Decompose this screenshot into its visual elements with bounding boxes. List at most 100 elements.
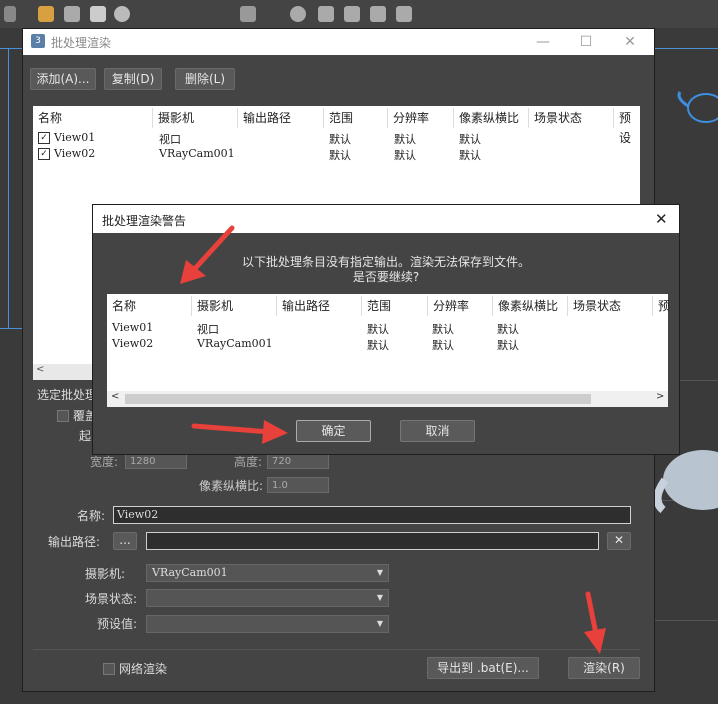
scrollbar-thumb[interactable] <box>125 394 591 404</box>
cancel-button[interactable]: 取消 <box>400 420 475 442</box>
minimize-icon[interactable]: — <box>533 33 553 51</box>
height-label: 高度: <box>234 455 263 469</box>
annotation-arrow-icon <box>191 420 288 444</box>
scene-state-dropdown[interactable]: ▼ <box>146 589 389 607</box>
help-icon[interactable] <box>114 6 130 22</box>
delete-button[interactable]: 删除(L) <box>175 68 235 90</box>
row-name: View01 <box>54 131 96 144</box>
add-button[interactable]: 添加(A)... <box>30 68 96 90</box>
column-header-camera[interactable]: 摄影机 <box>153 108 238 128</box>
copy-button[interactable]: 复制(D) <box>104 68 162 90</box>
column-header-camera[interactable]: 摄影机 <box>192 296 277 316</box>
column-header-scene-state[interactable]: 场景状态 <box>568 296 653 316</box>
annotation-arrow-icon <box>584 591 606 654</box>
column-header-aspect[interactable]: 像素纵横比 <box>493 296 568 316</box>
row-range: 默认 <box>367 323 389 336</box>
row-aspect: 默认 <box>459 149 481 162</box>
browse-button[interactable]: ... <box>113 532 137 550</box>
window-title: 批处理渲染 <box>51 36 112 50</box>
row-camera: 视口 <box>197 323 219 336</box>
window-titlebar: 3 批处理渲染 — ☐ ✕ <box>23 29 654 55</box>
scroll-left-icon[interactable]: < <box>36 364 44 375</box>
ok-button[interactable]: 确定 <box>296 420 371 442</box>
row-name: View02 <box>112 337 154 350</box>
toolbar-icon[interactable] <box>4 6 16 22</box>
column-header-name[interactable]: 名称 <box>107 296 192 316</box>
width-value: 1280 <box>130 456 156 467</box>
height-spinner[interactable]: 720 <box>267 453 329 469</box>
name-field[interactable]: View02 <box>113 506 631 524</box>
column-header-range[interactable]: 范围 <box>324 108 388 128</box>
viewport-border <box>653 48 718 49</box>
width-label: 宽度: <box>90 455 119 469</box>
row-range: 默认 <box>367 339 389 352</box>
name-label: 名称: <box>77 509 106 523</box>
pixel-aspect-spinner[interactable]: 1.0 <box>267 477 329 493</box>
maximize-icon[interactable]: ☐ <box>576 33 596 51</box>
preset-label: 预设值: <box>97 617 138 631</box>
column-header-output[interactable]: 输出路径 <box>238 108 324 128</box>
camera-dropdown[interactable]: VRayCam001 ▼ <box>146 564 389 582</box>
close-icon[interactable]: ✕ <box>620 33 640 51</box>
checkbox-checked[interactable]: ✓ <box>38 132 50 144</box>
output-path-label: 输出路径: <box>48 535 101 549</box>
render-setup-icon[interactable] <box>344 6 360 22</box>
column-header-resolution[interactable]: 分辨率 <box>428 296 493 316</box>
export-bat-button[interactable]: 导出到 .bat(E)... <box>427 657 539 679</box>
row-name: View02 <box>54 147 96 160</box>
network-render-checkbox[interactable] <box>103 663 115 675</box>
table-row[interactable]: ✓ View01 视口 默认 默认 默认 <box>33 130 640 146</box>
row-name: View01 <box>112 321 154 334</box>
checkbox-checked[interactable]: ✓ <box>38 148 50 160</box>
output-path-field[interactable] <box>146 532 599 550</box>
row-camera: VRayCam001 <box>159 147 235 160</box>
clear-path-icon[interactable]: ✕ <box>607 532 631 550</box>
chevron-down-icon: ▼ <box>376 619 383 628</box>
light-icon[interactable] <box>38 6 54 22</box>
tool-icon[interactable] <box>240 6 256 22</box>
pixel-aspect-label: 像素纵横比: <box>199 479 264 493</box>
warning-list[interactable]: 名称 摄影机 输出路径 范围 分辨率 像素纵横比 场景状态 预 View01 视… <box>107 294 670 407</box>
height-value: 720 <box>272 456 292 467</box>
row-camera: VRayCam001 <box>197 337 273 350</box>
column-header-output[interactable]: 输出路径 <box>277 296 362 316</box>
column-header-scene-state[interactable]: 场景状态 <box>529 108 614 128</box>
table-row[interactable]: View01 视口 默认 默认 默认 <box>107 320 668 336</box>
pixel-aspect-value: 1.0 <box>272 480 288 491</box>
column-header-range[interactable]: 范围 <box>362 296 428 316</box>
annotation-arrow-icon <box>180 225 235 284</box>
column-header-name[interactable]: 名称 <box>33 108 153 128</box>
render-icon[interactable] <box>396 6 412 22</box>
table-row[interactable]: ✓ View02 VRayCam001 默认 默认 默认 <box>33 146 640 162</box>
column-header-aspect[interactable]: 像素纵横比 <box>454 108 529 128</box>
render-button[interactable]: 渲染(R) <box>568 657 640 679</box>
camera-label: 摄影机: <box>85 567 126 581</box>
chevron-down-icon: ▼ <box>376 568 383 577</box>
scroll-right-icon[interactable]: > <box>656 391 664 402</box>
scene-state-label: 场景状态: <box>85 592 138 606</box>
column-header-preset[interactable]: 预设 <box>614 108 640 145</box>
close-icon[interactable]: ✕ <box>655 210 668 228</box>
row-aspect: 默认 <box>459 133 481 146</box>
app-icon: 3 <box>31 34 45 48</box>
column-header-resolution[interactable]: 分辨率 <box>388 108 454 128</box>
render-frame-icon[interactable] <box>370 6 386 22</box>
start-label: 起 <box>79 429 92 443</box>
material-icon[interactable] <box>318 6 334 22</box>
row-range: 默认 <box>329 133 351 146</box>
override-checkbox[interactable] <box>57 410 69 422</box>
table-row[interactable]: View02 VRayCam001 默认 默认 默认 <box>107 336 668 352</box>
preset-dropdown[interactable]: ▼ <box>146 615 389 633</box>
row-aspect: 默认 <box>497 339 519 352</box>
horizontal-scrollbar[interactable]: < > <box>107 391 668 407</box>
chevron-down-icon: ▼ <box>376 593 383 602</box>
selected-batch-label: 选定批处理 <box>37 388 98 402</box>
column-header-preset[interactable]: 预 <box>653 296 670 316</box>
scroll-left-icon[interactable]: < <box>111 391 119 402</box>
width-spinner[interactable]: 1280 <box>125 453 187 469</box>
grid-line <box>653 620 718 621</box>
sphere-icon[interactable] <box>290 6 306 22</box>
viewport-border <box>0 48 22 49</box>
box-icon[interactable] <box>90 6 106 22</box>
sunlight-icon[interactable] <box>64 6 80 22</box>
